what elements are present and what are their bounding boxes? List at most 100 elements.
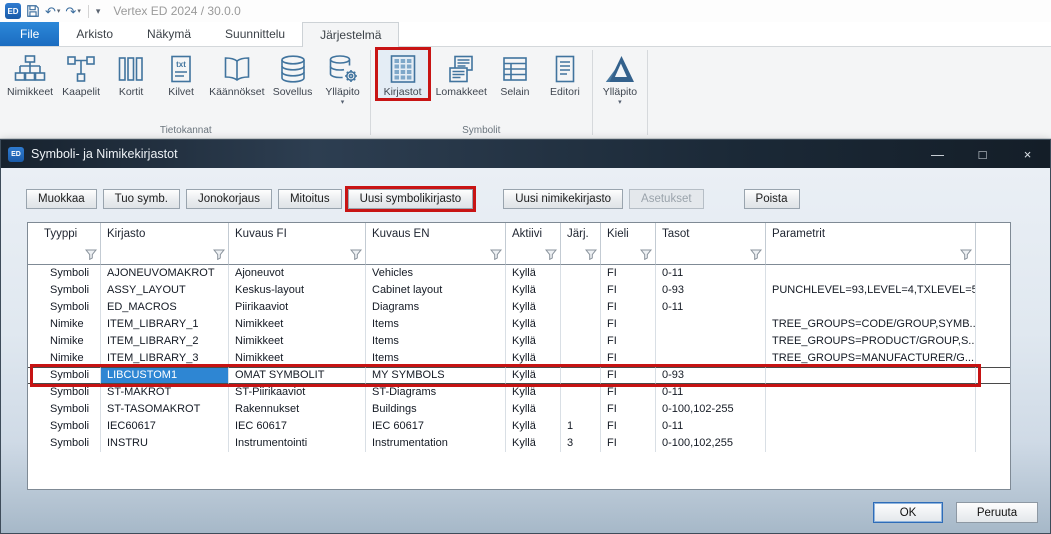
table-row[interactable]: SymboliINSTRUInstrumentointiInstrumentat… — [28, 435, 1010, 452]
filter-funnel-icon[interactable] — [585, 249, 597, 260]
filter-funnel-icon[interactable] — [350, 249, 362, 260]
ribbon-button-kortit[interactable]: Kortit — [106, 50, 156, 98]
table-row[interactable]: SymboliIEC60617IEC 60617IEC 60617Kyllä1F… — [28, 418, 1010, 435]
ribbon-button-kaapelit[interactable]: Kaapelit — [56, 50, 106, 98]
ribbon-button-nimikkeet[interactable]: Nimikkeet — [4, 50, 56, 98]
main-titlebar: ED ↶▾ ↷▾ ▾ Vertex ED 2024 / 30.0.0 — [0, 0, 1051, 22]
table-row[interactable]: SymboliASSY_LAYOUTKeskus-layoutCabinet l… — [28, 282, 1010, 299]
row-filler — [976, 401, 1010, 418]
filter-funnel-icon[interactable] — [85, 249, 97, 260]
library-table: TyyppiKirjastoKuvaus FIKuvaus ENAktiiviJ… — [27, 222, 1011, 490]
maximize-button[interactable]: □ — [960, 140, 1005, 168]
ribbon-group-2: Ylläpito▾ — [595, 47, 645, 138]
table-cell: Cabinet layout — [366, 282, 506, 299]
table-row[interactable]: SymboliLIBCUSTOM1OMAT SYMBOLITMY SYMBOLS… — [28, 367, 1010, 384]
column-header-8[interactable]: Parametrit — [766, 223, 976, 245]
cables-icon — [65, 53, 97, 85]
table-cell: IEC 60617 — [366, 418, 506, 435]
table-filter-row — [28, 245, 1010, 265]
ribbon-button-kaannokset[interactable]: Käännökset — [206, 50, 267, 98]
filter-funnel-icon[interactable] — [750, 249, 762, 260]
table-cell: FI — [601, 418, 656, 435]
redo-dropdown-icon[interactable]: ▾ — [77, 8, 81, 15]
table-icon — [499, 53, 531, 85]
table-row[interactable]: SymboliST-MAKROTST-PiirikaaviotST-Diagra… — [28, 384, 1010, 401]
table-cell: Nimikkeet — [229, 333, 366, 350]
table-row[interactable]: NimikeITEM_LIBRARY_1NimikkeetItemsKylläF… — [28, 316, 1010, 333]
column-header-1[interactable]: Kirjasto — [101, 223, 229, 245]
table-row[interactable]: SymboliED_MACROSPiirikaaviotDiagramsKyll… — [28, 299, 1010, 316]
txt-doc-icon: txt — [165, 53, 197, 85]
ribbon-button-sovellus[interactable]: Sovellus — [268, 50, 318, 98]
qat-separator — [88, 5, 89, 18]
tab-file[interactable]: File — [0, 22, 59, 46]
filter-funnel-icon[interactable] — [545, 249, 557, 260]
undo-icon[interactable]: ↶▾ — [45, 5, 60, 18]
group-separator — [647, 50, 648, 135]
ribbon-button-label: Lomakkeet — [436, 86, 487, 98]
table-cell: TREE_GROUPS=CODE/GROUP,SYMB... — [766, 316, 976, 333]
column-header-7[interactable]: Tasot — [656, 223, 766, 245]
close-button[interactable]: × — [1005, 140, 1050, 168]
dialog-toolbar: Muokkaa Tuo symb. Jonokorjaus Mitoitus Uusi … — [26, 189, 800, 209]
column-header-0[interactable]: Tyyppi — [28, 223, 101, 245]
row-filler — [976, 333, 1010, 350]
grid-icon — [387, 53, 419, 85]
table-cell: Kyllä — [506, 401, 561, 418]
redo-icon[interactable]: ↷▾ — [65, 5, 80, 18]
tuo-symb-button[interactable]: Tuo symb. — [103, 189, 180, 209]
qat-customize-dropdown-icon[interactable]: ▾ — [96, 6, 101, 17]
table-cell: Symboli — [28, 435, 101, 452]
tab-arkisto[interactable]: Arkisto — [59, 22, 130, 46]
filter-funnel-icon[interactable] — [960, 249, 972, 260]
undo-dropdown-icon[interactable]: ▾ — [57, 8, 61, 15]
table-cell: Nimike — [28, 316, 101, 333]
ribbon-button-editori[interactable]: Editori — [540, 50, 590, 98]
muokkaa-button[interactable]: Muokkaa — [26, 189, 97, 209]
ribbon-button-label: Ylläpito — [325, 86, 359, 98]
asetukset-button[interactable]: Asetukset — [629, 189, 704, 209]
column-header-2[interactable]: Kuvaus FI — [229, 223, 366, 245]
ribbon-button-yllapito-vertex[interactable]: Ylläpito▾ — [595, 50, 645, 107]
ribbon-button-kirjastot[interactable]: Kirjastot — [378, 50, 428, 98]
table-cell: Instrumentointi — [229, 435, 366, 452]
table-row[interactable]: SymboliAJONEUVOMAKROTAjoneuvotVehiclesKy… — [28, 265, 1010, 282]
jonokorjaus-button[interactable]: Jonokorjaus — [186, 189, 272, 209]
table-cell: TREE_GROUPS=MANUFACTURER/G... — [766, 350, 976, 367]
uusi-symbolikirjasto-button[interactable]: Uusi symbolikirjasto — [348, 189, 474, 209]
table-cell: Symboli — [28, 384, 101, 401]
table-cell — [766, 435, 976, 452]
dialog-titlebar[interactable]: ED Symboli- ja Nimikekirjastot — □ × — [1, 140, 1050, 168]
minimize-button[interactable]: — — [915, 140, 960, 168]
table-cell — [656, 316, 766, 333]
table-cell: LIBCUSTOM1 — [101, 367, 229, 384]
tab-nakyma[interactable]: Näkymä — [130, 22, 208, 46]
tab-jarjestelma[interactable]: Järjestelmä — [302, 22, 399, 47]
ribbon-group-1: KirjastotLomakkeetSelainEditoriSymbolit — [373, 47, 590, 138]
filter-funnel-icon[interactable] — [640, 249, 652, 260]
column-header-6[interactable]: Kieli — [601, 223, 656, 245]
tab-suunnittelu[interactable]: Suunnittelu — [208, 22, 302, 46]
ribbon-button-selain[interactable]: Selain — [490, 50, 540, 98]
ribbon-button-lomakkeet[interactable]: Lomakkeet — [433, 50, 490, 98]
column-header-3[interactable]: Kuvaus EN — [366, 223, 506, 245]
ribbon-button-yllapito-tietokannat[interactable]: Ylläpito▾ — [318, 50, 368, 107]
mitoitus-button[interactable]: Mitoitus — [278, 189, 342, 209]
table-row[interactable]: NimikeITEM_LIBRARY_3NimikkeetItemsKylläF… — [28, 350, 1010, 367]
save-icon[interactable] — [26, 4, 40, 18]
table-row[interactable]: NimikeITEM_LIBRARY_2NimikkeetItemsKylläF… — [28, 333, 1010, 350]
group-separator — [370, 50, 371, 135]
cancel-button[interactable]: Peruuta — [956, 502, 1038, 523]
uusi-nimikekirjasto-button[interactable]: Uusi nimikekirjasto — [503, 189, 623, 209]
poista-button[interactable]: Poista — [744, 189, 800, 209]
app-logo-icon[interactable]: ED — [5, 3, 21, 19]
ribbon-button-kilvet[interactable]: txtKilvet — [156, 50, 206, 98]
application-window: ED ↶▾ ↷▾ ▾ Vertex ED 2024 / 30.0.0 FileA… — [0, 0, 1051, 534]
filter-funnel-icon[interactable] — [490, 249, 502, 260]
ok-button[interactable]: OK — [873, 502, 943, 523]
column-header-5[interactable]: Järj. — [561, 223, 601, 245]
table-cell: ST-MAKROT — [101, 384, 229, 401]
filter-funnel-icon[interactable] — [213, 249, 225, 260]
table-row[interactable]: SymboliST-TASOMAKROTRakennuksetBuildings… — [28, 401, 1010, 418]
column-header-4[interactable]: Aktiivi — [506, 223, 561, 245]
